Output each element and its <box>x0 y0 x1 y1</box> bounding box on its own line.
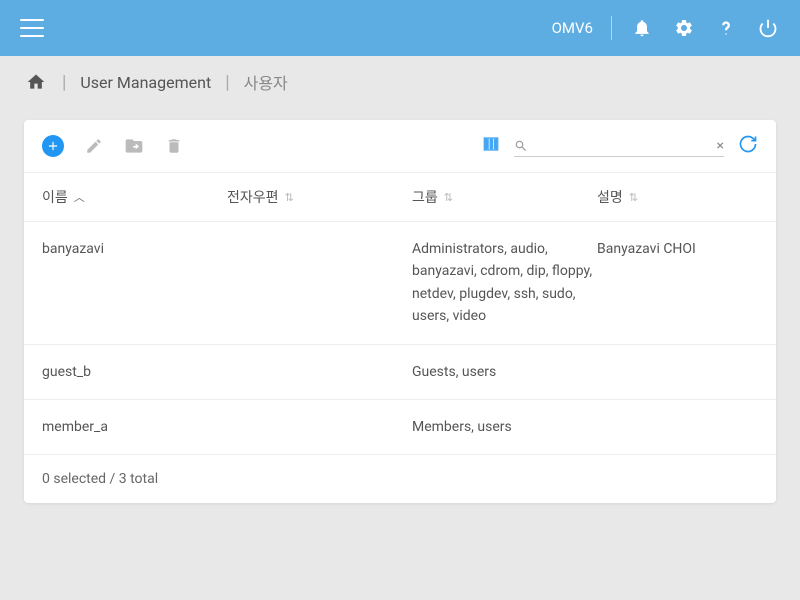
column-header-email[interactable]: 전자우편 ⇅ <box>227 187 412 207</box>
breadcrumb: | User Management | 사용자 <box>0 56 800 108</box>
table-header: 이름 ︿ 전자우편 ⇅ 그룹 ⇅ 설명 ⇅ <box>24 172 776 222</box>
add-button[interactable] <box>42 135 64 157</box>
breadcrumb-separator: | <box>62 72 66 93</box>
cell-description <box>597 361 758 383</box>
brand-label: OMV6 <box>552 19 593 37</box>
home-icon[interactable] <box>24 70 48 94</box>
search-clear-icon[interactable]: × <box>717 138 724 154</box>
sort-icon: ⇅ <box>285 191 294 204</box>
cell-name: banyazavi <box>42 238 227 328</box>
refresh-icon[interactable] <box>738 134 758 158</box>
search-field: × <box>514 136 724 157</box>
cell-description: Banyazavi CHOI <box>597 238 758 328</box>
cell-description <box>597 416 758 438</box>
cell-email <box>227 416 412 438</box>
table-row[interactable]: guest_b Guests, users <box>24 345 776 400</box>
table-row[interactable]: member_a Members, users <box>24 400 776 455</box>
sort-icon: ⇅ <box>444 191 453 204</box>
settings-icon[interactable] <box>672 16 696 40</box>
users-panel: × 이름 ︿ 전자우편 ⇅ 그룹 ⇅ 설명 ⇅ banyazavi Admini… <box>24 120 776 503</box>
cell-groups: Members, users <box>412 416 597 438</box>
breadcrumb-separator: | <box>225 72 229 93</box>
cell-groups: Guests, users <box>412 361 597 383</box>
topbar-divider <box>611 16 612 40</box>
search-icon <box>514 139 528 153</box>
columns-icon[interactable] <box>482 135 500 157</box>
sort-asc-icon: ︿ <box>74 189 85 205</box>
column-header-description[interactable]: 설명 ⇅ <box>597 187 758 207</box>
delete-icon[interactable] <box>164 136 184 156</box>
cell-email <box>227 361 412 383</box>
search-input[interactable] <box>534 138 711 153</box>
column-label: 이름 <box>42 187 68 207</box>
topbar: OMV6 <box>0 0 800 56</box>
table-row[interactable]: banyazavi Administrators, audio, banyaza… <box>24 222 776 345</box>
cell-email <box>227 238 412 328</box>
cell-name: guest_b <box>42 361 227 383</box>
breadcrumb-item-user-management[interactable]: User Management <box>80 73 211 92</box>
column-label: 전자우편 <box>227 187 279 207</box>
help-icon[interactable] <box>714 16 738 40</box>
cell-groups: Administrators, audio, banyazavi, cdrom,… <box>412 238 597 328</box>
table-footer: 0 selected / 3 total <box>24 455 776 503</box>
shared-folder-icon[interactable] <box>124 136 144 156</box>
sort-icon: ⇅ <box>629 191 638 204</box>
breadcrumb-item-users[interactable]: 사용자 <box>244 70 288 94</box>
toolbar: × <box>24 120 776 172</box>
cell-name: member_a <box>42 416 227 438</box>
column-header-groups[interactable]: 그룹 ⇅ <box>412 187 597 207</box>
edit-icon[interactable] <box>84 136 104 156</box>
column-header-name[interactable]: 이름 ︿ <box>42 187 227 207</box>
power-icon[interactable] <box>756 16 780 40</box>
column-label: 설명 <box>597 187 623 207</box>
column-label: 그룹 <box>412 187 438 207</box>
menu-toggle-button[interactable] <box>20 19 44 37</box>
notifications-icon[interactable] <box>630 16 654 40</box>
